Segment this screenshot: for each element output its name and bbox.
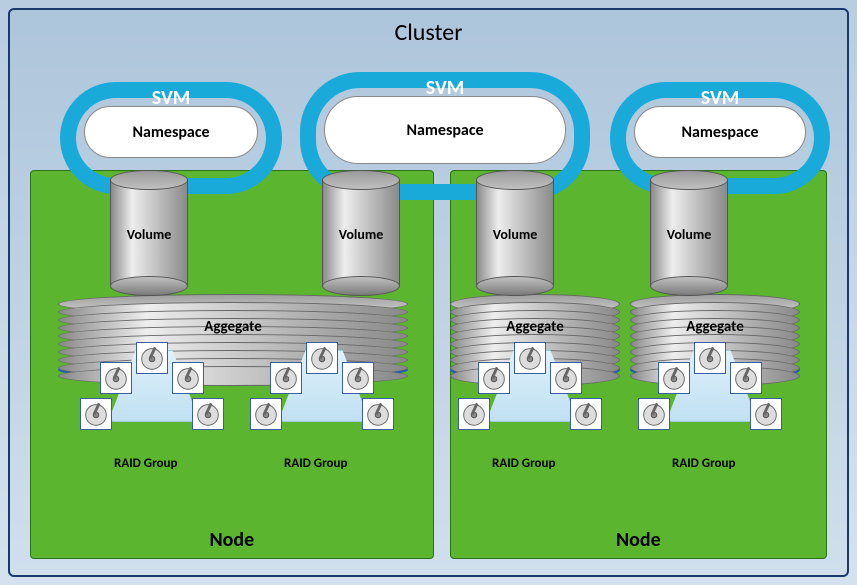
disk-icon <box>514 342 546 374</box>
disk-icon <box>136 342 168 374</box>
volume-label: Volume <box>110 226 188 243</box>
svm-label: SVM <box>76 86 266 102</box>
volume-label: Volume <box>650 226 728 243</box>
namespace-label: Namespace <box>681 123 758 142</box>
namespace-label: Namespace <box>406 121 483 140</box>
disk-icon <box>80 398 112 430</box>
cluster-diagram: Cluster SVM Namespace SVM Namespace SVM … <box>8 8 849 577</box>
namespace-pill: Namespace <box>634 106 806 158</box>
namespace-pill: Namespace <box>324 96 566 164</box>
volume-1: Volume <box>110 170 188 296</box>
raid-label: RAID Group <box>114 456 177 471</box>
raid-label: RAID Group <box>492 456 555 471</box>
node-label: Node <box>31 528 433 552</box>
disk-icon <box>306 342 338 374</box>
disk-icon <box>550 362 582 394</box>
disk-icon <box>658 362 690 394</box>
disk-icon <box>750 398 782 430</box>
namespace-pill: Namespace <box>84 106 258 158</box>
svm-label: SVM <box>316 76 574 92</box>
disk-icon <box>638 398 670 430</box>
raid-label: RAID Group <box>672 456 735 471</box>
disk-icon <box>250 398 282 430</box>
cluster-title: Cluster <box>10 18 847 47</box>
raid-group-3: RAID Group <box>450 354 620 474</box>
volume-label: Volume <box>476 226 554 243</box>
volume-4: Volume <box>650 170 728 296</box>
disk-icon <box>362 398 394 430</box>
raid-group-2: RAID Group <box>242 354 412 474</box>
namespace-label: Namespace <box>132 123 209 142</box>
disk-icon <box>570 398 602 430</box>
volume-2: Volume <box>322 170 400 296</box>
aggregate-label: Aggegate <box>630 318 800 336</box>
volume-3: Volume <box>476 170 554 296</box>
disk-icon <box>694 342 726 374</box>
disk-icon <box>458 398 490 430</box>
disk-icon <box>730 362 762 394</box>
raid-group-1: RAID Group <box>72 354 242 474</box>
raid-group-4: RAID Group <box>630 354 800 474</box>
disk-icon <box>270 362 302 394</box>
aggregate-label: Aggegate <box>58 318 408 336</box>
aggregate-label: Aggegate <box>450 318 620 336</box>
volume-label: Volume <box>322 226 400 243</box>
svm-label: SVM <box>626 86 814 102</box>
disk-icon <box>478 362 510 394</box>
disk-icon <box>100 362 132 394</box>
node-label: Node <box>451 528 826 552</box>
disk-icon <box>192 398 224 430</box>
disk-icon <box>342 362 374 394</box>
raid-label: RAID Group <box>284 456 347 471</box>
disk-icon <box>172 362 204 394</box>
